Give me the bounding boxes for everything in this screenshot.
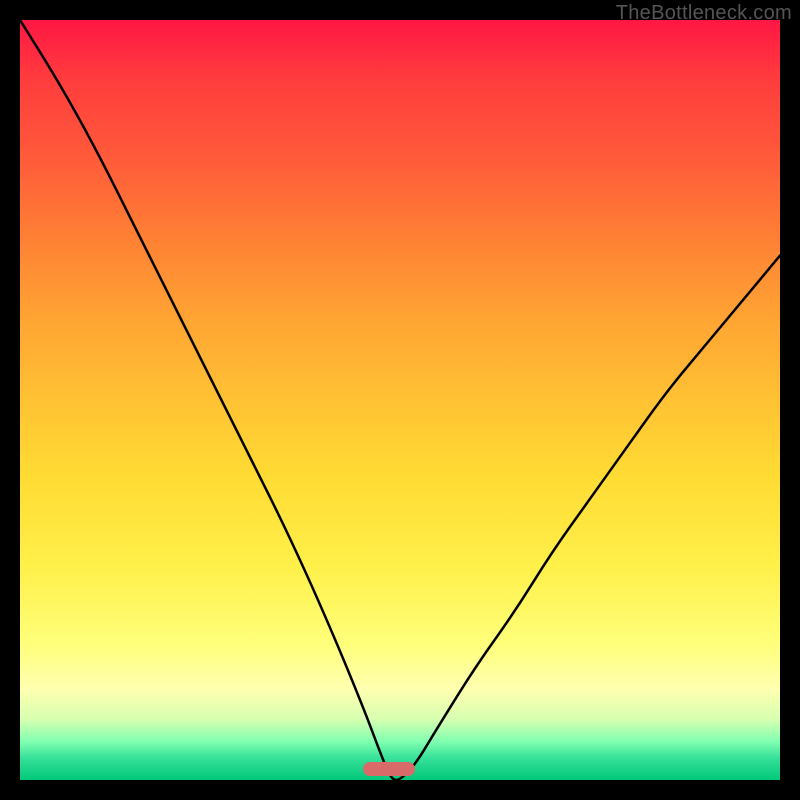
bottleneck-curve (20, 20, 780, 780)
chart-frame: TheBottleneck.com (0, 0, 800, 800)
watermark-text: TheBottleneck.com (616, 2, 792, 25)
minimum-marker (363, 762, 415, 776)
plot-area (20, 20, 780, 780)
